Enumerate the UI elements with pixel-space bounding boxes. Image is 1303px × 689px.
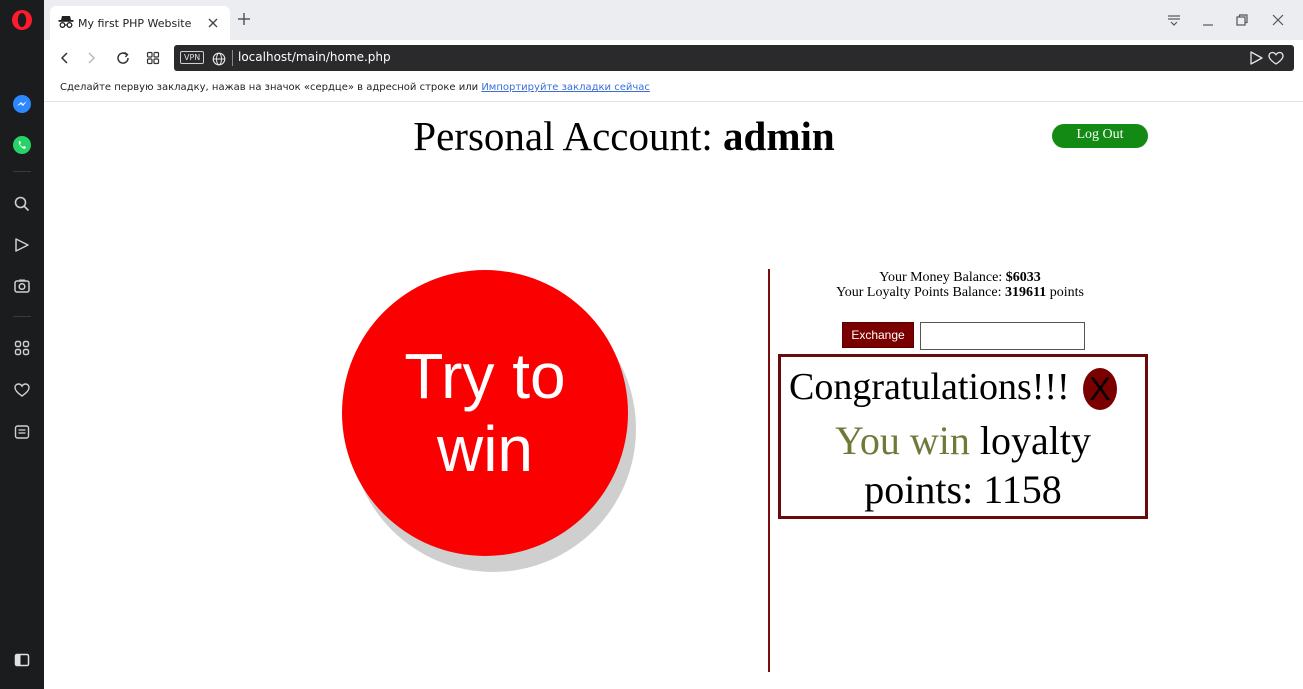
- tabs-grid-icon[interactable]: [144, 49, 162, 67]
- send-and-heart-icons[interactable]: [1248, 50, 1288, 66]
- logout-button[interactable]: Log Out: [1052, 124, 1148, 148]
- title-prefix: Personal Account:: [413, 113, 713, 159]
- reload-icon[interactable]: [114, 49, 132, 67]
- win-text: You win: [835, 418, 970, 463]
- popup-close-button[interactable]: X: [1083, 368, 1117, 410]
- whatsapp-icon[interactable]: [10, 133, 34, 157]
- address-bar[interactable]: VPN localhost/main/home.php: [174, 45, 1294, 71]
- sidebar-toggle-icon[interactable]: [10, 648, 34, 672]
- search-icon[interactable]: [10, 192, 34, 216]
- new-tab-plus-icon[interactable]: [236, 11, 252, 27]
- url-separator: [232, 50, 233, 66]
- snapshot-camera-icon[interactable]: [10, 274, 34, 298]
- vertical-divider: [768, 269, 770, 672]
- url-text[interactable]: localhost/main/home.php: [238, 50, 391, 64]
- balance-panel: Your Money Balance: $6033 Your Loyalty P…: [780, 270, 1140, 300]
- tab-strip: My first PHP Website: [44, 0, 1303, 40]
- tab-close-icon[interactable]: [206, 15, 220, 29]
- vpn-badge[interactable]: VPN: [180, 51, 205, 64]
- sidebar-separator: [13, 171, 31, 172]
- news-icon[interactable]: [10, 420, 34, 444]
- sidebar-separator: [13, 316, 31, 317]
- loyalty-balance: Your Loyalty Points Balance: 319611 poin…: [780, 285, 1140, 300]
- try-to-win-label: Try to win: [404, 340, 566, 485]
- globe-icon[interactable]: [212, 51, 226, 66]
- page-title: Personal Account: admin: [44, 112, 1204, 160]
- win-message-rest: loyalty: [979, 418, 1091, 463]
- browser-sidebar: [0, 0, 44, 689]
- opera-logo-icon[interactable]: [10, 8, 34, 32]
- loyalty-balance-value: 319611: [1004, 285, 1047, 300]
- minimize-icon[interactable]: [1200, 12, 1216, 28]
- messenger-icon[interactable]: [10, 92, 34, 116]
- bookmarks-hint-text: Сделайте первую закладку, нажав на значо…: [60, 82, 479, 93]
- tab-menu-icon[interactable]: [1166, 12, 1182, 28]
- bookmarks-hint: Сделайте первую закладку, нажав на значо…: [60, 82, 650, 93]
- bookmarks-bar: Сделайте первую закладку, нажав на значо…: [44, 76, 1303, 102]
- loyalty-balance-unit: points: [1049, 285, 1084, 300]
- tab-home[interactable]: My first PHP Website: [50, 6, 230, 40]
- restore-icon[interactable]: [1234, 12, 1250, 28]
- forward-icon[interactable]: [82, 49, 100, 67]
- win-message-line: You win loyalty: [781, 417, 1145, 464]
- congratulations-popup: Congratulations!!! X You win loyalty poi…: [778, 354, 1148, 519]
- bookmarks-heart-icon[interactable]: [10, 378, 34, 402]
- import-bookmarks-link[interactable]: Импортируйте закладки сейчас: [481, 82, 650, 93]
- browser-toolbar: VPN localhost/main/home.php: [44, 40, 1303, 76]
- money-balance: Your Money Balance: $6033: [780, 270, 1140, 285]
- incognito-favicon-icon: [58, 14, 74, 33]
- exchange-button[interactable]: Exchange: [842, 322, 914, 348]
- money-balance-value: $6033: [1005, 270, 1041, 285]
- username: admin: [723, 113, 835, 159]
- page-content: Personal Account: admin Log Out Try to w…: [44, 103, 1303, 689]
- try-to-win-button[interactable]: Try to win: [342, 270, 628, 556]
- back-icon[interactable]: [56, 49, 74, 67]
- points-won: points: 1158: [864, 467, 1062, 512]
- tab-title: My first PHP Website: [78, 16, 192, 30]
- exchange-input[interactable]: [920, 322, 1085, 350]
- flow-send-icon[interactable]: [10, 233, 34, 257]
- loyalty-balance-label: Your Loyalty Points Balance:: [836, 285, 1002, 300]
- congrats-heading: Congratulations!!!: [789, 366, 1070, 408]
- money-balance-label: Your Money Balance:: [879, 270, 1003, 285]
- speed-dial-grid-icon[interactable]: [10, 336, 34, 360]
- close-window-icon[interactable]: [1270, 12, 1286, 28]
